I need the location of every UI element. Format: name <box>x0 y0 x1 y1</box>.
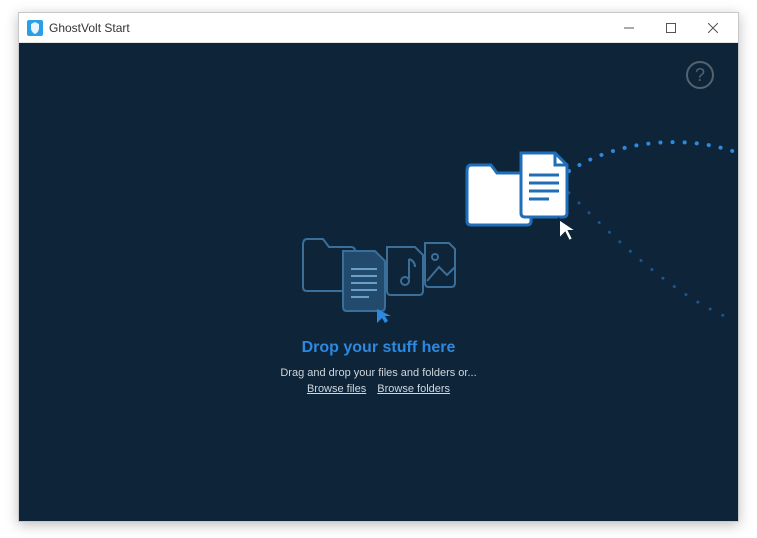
browse-folders-link[interactable]: Browse folders <box>377 383 450 395</box>
minimize-button[interactable] <box>608 14 650 42</box>
window-frame: GhostVolt Start ? <box>18 12 739 522</box>
window-title: GhostVolt Start <box>49 21 608 35</box>
drop-zone[interactable]: Drop your stuff here Drag and drop your … <box>209 223 549 395</box>
close-button[interactable] <box>692 14 734 42</box>
app-icon <box>27 20 43 36</box>
titlebar[interactable]: GhostVolt Start <box>19 13 738 43</box>
browse-files-link[interactable]: Browse files <box>307 383 366 395</box>
drop-links: Browse files Browse folders <box>209 383 549 395</box>
window-controls <box>608 14 734 42</box>
client-area: ? <box>19 43 738 521</box>
drop-illustration-icon <box>299 223 459 323</box>
trajectory-path-icon <box>549 113 738 323</box>
help-icon[interactable]: ? <box>686 61 714 89</box>
drop-subtitle: Drag and drop your files and folders or.… <box>209 367 549 379</box>
maximize-button[interactable] <box>650 14 692 42</box>
drop-title: Drop your stuff here <box>209 339 549 357</box>
help-label: ? <box>695 65 705 86</box>
